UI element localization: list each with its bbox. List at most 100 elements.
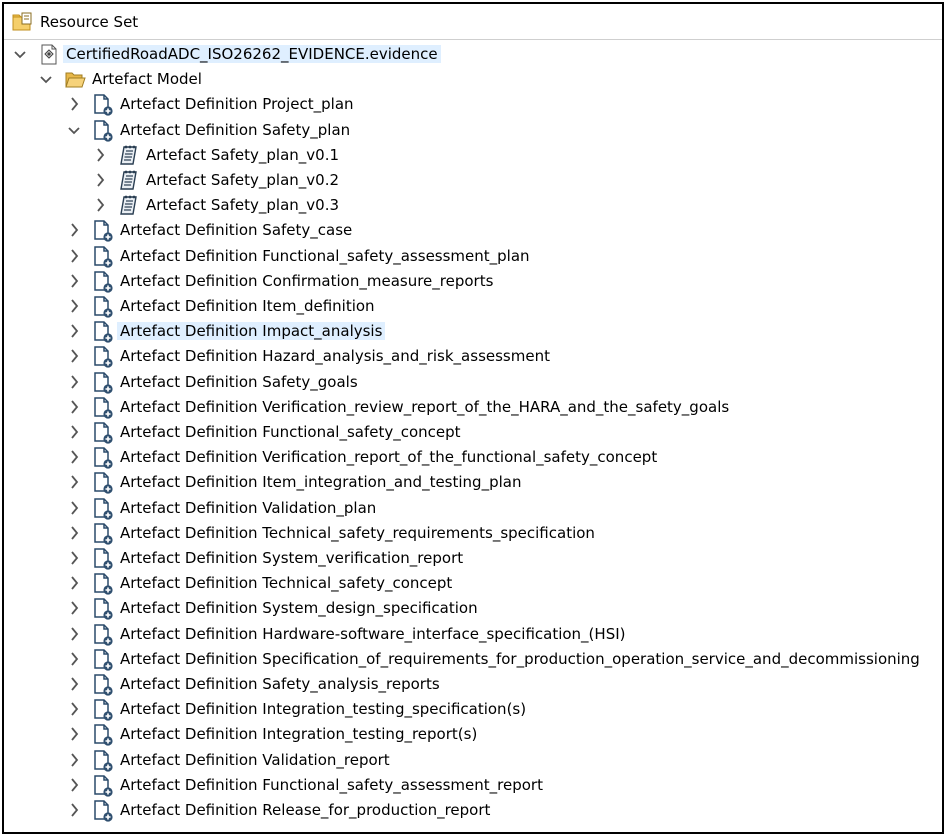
tree-item-artefact-definition[interactable]: Artefact Definition System_design_specif…	[4, 596, 940, 621]
artefact-definition-icon	[92, 421, 114, 444]
tree-item-artefact-definition[interactable]: Artefact Definition Safety_goals	[4, 370, 940, 395]
expand-arrow-right-icon[interactable]	[68, 651, 80, 667]
tree-item-label: Artefact Definition Safety_case	[120, 221, 353, 240]
expand-arrow-right-icon[interactable]	[68, 222, 80, 238]
resource-set-panel: Resource Set CertifiedRoadADC_ISO26262_E…	[2, 2, 944, 834]
tree-item-artefact-definition[interactable]: Artefact Definition Validation_report	[4, 748, 940, 773]
tree-item-label: Artefact Definition Verification_review_…	[120, 397, 730, 416]
tree-item-artefact-definition[interactable]: Artefact Definition Validation_plan	[4, 496, 940, 521]
expand-arrow-right-icon[interactable]	[68, 474, 80, 490]
tree-item-label: Artefact Definition Safety_plan	[120, 120, 351, 139]
expand-arrow-right-icon[interactable]	[68, 676, 80, 692]
tree-item-artefact-definition[interactable]: Artefact Definition Confirmation_measure…	[4, 269, 940, 294]
artefact-definition-icon	[92, 597, 114, 620]
artefact-definition-icon	[92, 119, 114, 142]
tree-item-artefact-definition[interactable]: Artefact Definition Hardware-software_in…	[4, 622, 940, 647]
expand-arrow-right-icon[interactable]	[94, 172, 106, 188]
resource-set-icon	[12, 12, 32, 31]
expand-arrow-right-icon[interactable]	[68, 348, 80, 364]
expand-arrow-right-icon[interactable]	[68, 96, 80, 112]
tree-item-artefact-definition[interactable]: Artefact Definition Verification_report_…	[4, 445, 940, 470]
artefact-definition-icon	[92, 93, 114, 116]
expand-arrow-right-icon[interactable]	[68, 802, 80, 818]
tree-item-label: Artefact Definition Integration_testing_…	[120, 700, 527, 719]
tree-item-label: Artefact Definition Validation_plan	[120, 498, 377, 517]
tree-item-label: Artefact Model	[92, 70, 202, 89]
tree-item-artefact-definition[interactable]: Artefact Definition Item_definition	[4, 294, 940, 319]
tree-item-label: Artefact Definition Item_integration_and…	[120, 473, 522, 492]
tree-item-artefact-definition[interactable]: Artefact Definition Integration_testing_…	[4, 722, 940, 747]
tree-item-artefact-definition[interactable]: Artefact Definition Technical_safety_req…	[4, 521, 940, 546]
artefact-definition-icon	[92, 345, 114, 368]
expand-arrow-right-icon[interactable]	[68, 273, 80, 289]
expand-arrow-down-icon[interactable]	[40, 71, 52, 87]
evidence-file-icon	[38, 43, 60, 66]
expand-arrow-right-icon[interactable]	[68, 500, 80, 516]
tree-item-artefact-definition[interactable]: Artefact Definition Functional_safety_co…	[4, 420, 940, 445]
tree-item-artefact-definition[interactable]: Artefact Definition Safety_case	[4, 218, 940, 243]
expand-arrow-right-icon[interactable]	[68, 600, 80, 616]
tree-item-artefact[interactable]: Artefact Safety_plan_v0.2	[4, 168, 940, 193]
expand-arrow-right-icon[interactable]	[68, 374, 80, 390]
tree-item-label: Artefact Definition Release_for_producti…	[120, 801, 491, 819]
tree-item-artefact-definition[interactable]: Artefact Definition Verification_review_…	[4, 395, 940, 420]
expand-arrow-right-icon[interactable]	[68, 626, 80, 642]
tree-item-artefact-definition[interactable]: Artefact Definition System_verification_…	[4, 546, 940, 571]
tree-item-label: Artefact Safety_plan_v0.2	[146, 171, 340, 189]
artefact-definition-icon	[92, 446, 114, 469]
tree-item-artefact-model[interactable]: Artefact Model	[4, 67, 940, 92]
expand-arrow-right-icon[interactable]	[68, 777, 80, 793]
tree-item-artefact-definition[interactable]: Artefact Definition Technical_safety_con…	[4, 571, 940, 596]
artefact-definition-icon	[92, 799, 114, 822]
tree-item-artefact-definition[interactable]: Artefact Definition Specification_of_req…	[4, 647, 940, 672]
tree-item-artefact-definition[interactable]: Artefact Definition Functional_safety_as…	[4, 773, 940, 798]
tree-item-evidence-root[interactable]: CertifiedRoadADC_ISO26262_EVIDENCE.evide…	[4, 42, 940, 67]
tree-item-artefact-definition[interactable]: Artefact Definition Project_plan	[4, 92, 940, 117]
artefact-definition-icon	[92, 497, 114, 520]
tree-item-artefact-definition[interactable]: Artefact Definition Release_for_producti…	[4, 798, 940, 823]
tree-item-artefact-definition[interactable]: Artefact Definition Impact_analysis	[4, 319, 940, 344]
expand-arrow-right-icon[interactable]	[68, 323, 80, 339]
expand-arrow-right-icon[interactable]	[68, 424, 80, 440]
tree-item-artefact-definition[interactable]: Artefact Definition Item_integration_and…	[4, 470, 940, 495]
tree-item-artefact-definition[interactable]: Artefact Definition Hazard_analysis_and_…	[4, 344, 940, 369]
expand-arrow-right-icon[interactable]	[68, 752, 80, 768]
expand-arrow-right-icon[interactable]	[68, 575, 80, 591]
expand-arrow-right-icon[interactable]	[68, 399, 80, 415]
tree-item-artefact-definition[interactable]: Artefact Definition Safety_plan	[4, 118, 940, 143]
tree-item-label: Artefact Definition Technical_safety_req…	[120, 523, 595, 542]
expand-arrow-down-icon[interactable]	[14, 46, 26, 62]
expand-arrow-right-icon[interactable]	[94, 147, 106, 163]
tree-item-artefact-definition[interactable]: Artefact Definition Safety_analysis_repo…	[4, 672, 940, 697]
tree-item-label: Artefact Safety_plan_v0.1	[146, 145, 340, 164]
artefact-definition-icon	[92, 320, 114, 343]
expand-arrow-right-icon[interactable]	[68, 726, 80, 742]
expand-arrow-right-icon[interactable]	[68, 550, 80, 566]
panel-header: Resource Set	[4, 4, 942, 40]
expand-arrow-right-icon[interactable]	[94, 197, 106, 213]
expand-arrow-right-icon[interactable]	[68, 525, 80, 541]
tree-item-label: Artefact Definition Confirmation_measure…	[120, 271, 494, 290]
tree-item-label: Artefact Definition Item_definition	[120, 297, 375, 315]
tree-item-label: Artefact Definition Functional_safety_as…	[120, 775, 543, 794]
expand-arrow-right-icon[interactable]	[68, 449, 80, 465]
expand-arrow-right-icon[interactable]	[68, 701, 80, 717]
tree-item-artefact[interactable]: Artefact Safety_plan_v0.1	[4, 143, 940, 168]
tree-item-label: Artefact Definition Hardware-software_in…	[120, 624, 626, 643]
tree-item-label: Artefact Definition Verification_report_…	[120, 448, 658, 467]
tree-item-label: Artefact Safety_plan_v0.3	[146, 196, 340, 215]
tree-item-artefact-definition[interactable]: Artefact Definition Integration_testing_…	[4, 697, 940, 722]
expand-arrow-right-icon[interactable]	[68, 248, 80, 264]
tree-item-label: Artefact Definition Specification_of_req…	[120, 649, 920, 668]
tree-item-label: Artefact Definition System_verification_…	[120, 549, 464, 567]
tree-item-label: Artefact Definition Hazard_analysis_and_…	[120, 347, 550, 366]
artefact-definition-icon	[92, 572, 114, 595]
tree-item-artefact-definition[interactable]: Artefact Definition Functional_safety_as…	[4, 244, 940, 269]
artefact-definition-icon	[92, 371, 114, 394]
expand-arrow-down-icon[interactable]	[68, 122, 80, 138]
tree-item-artefact[interactable]: Artefact Safety_plan_v0.3	[4, 193, 940, 218]
panel-title: Resource Set	[40, 13, 139, 31]
open-folder-icon	[64, 68, 86, 91]
expand-arrow-right-icon[interactable]	[68, 298, 80, 314]
artefact-definition-icon	[92, 245, 114, 268]
